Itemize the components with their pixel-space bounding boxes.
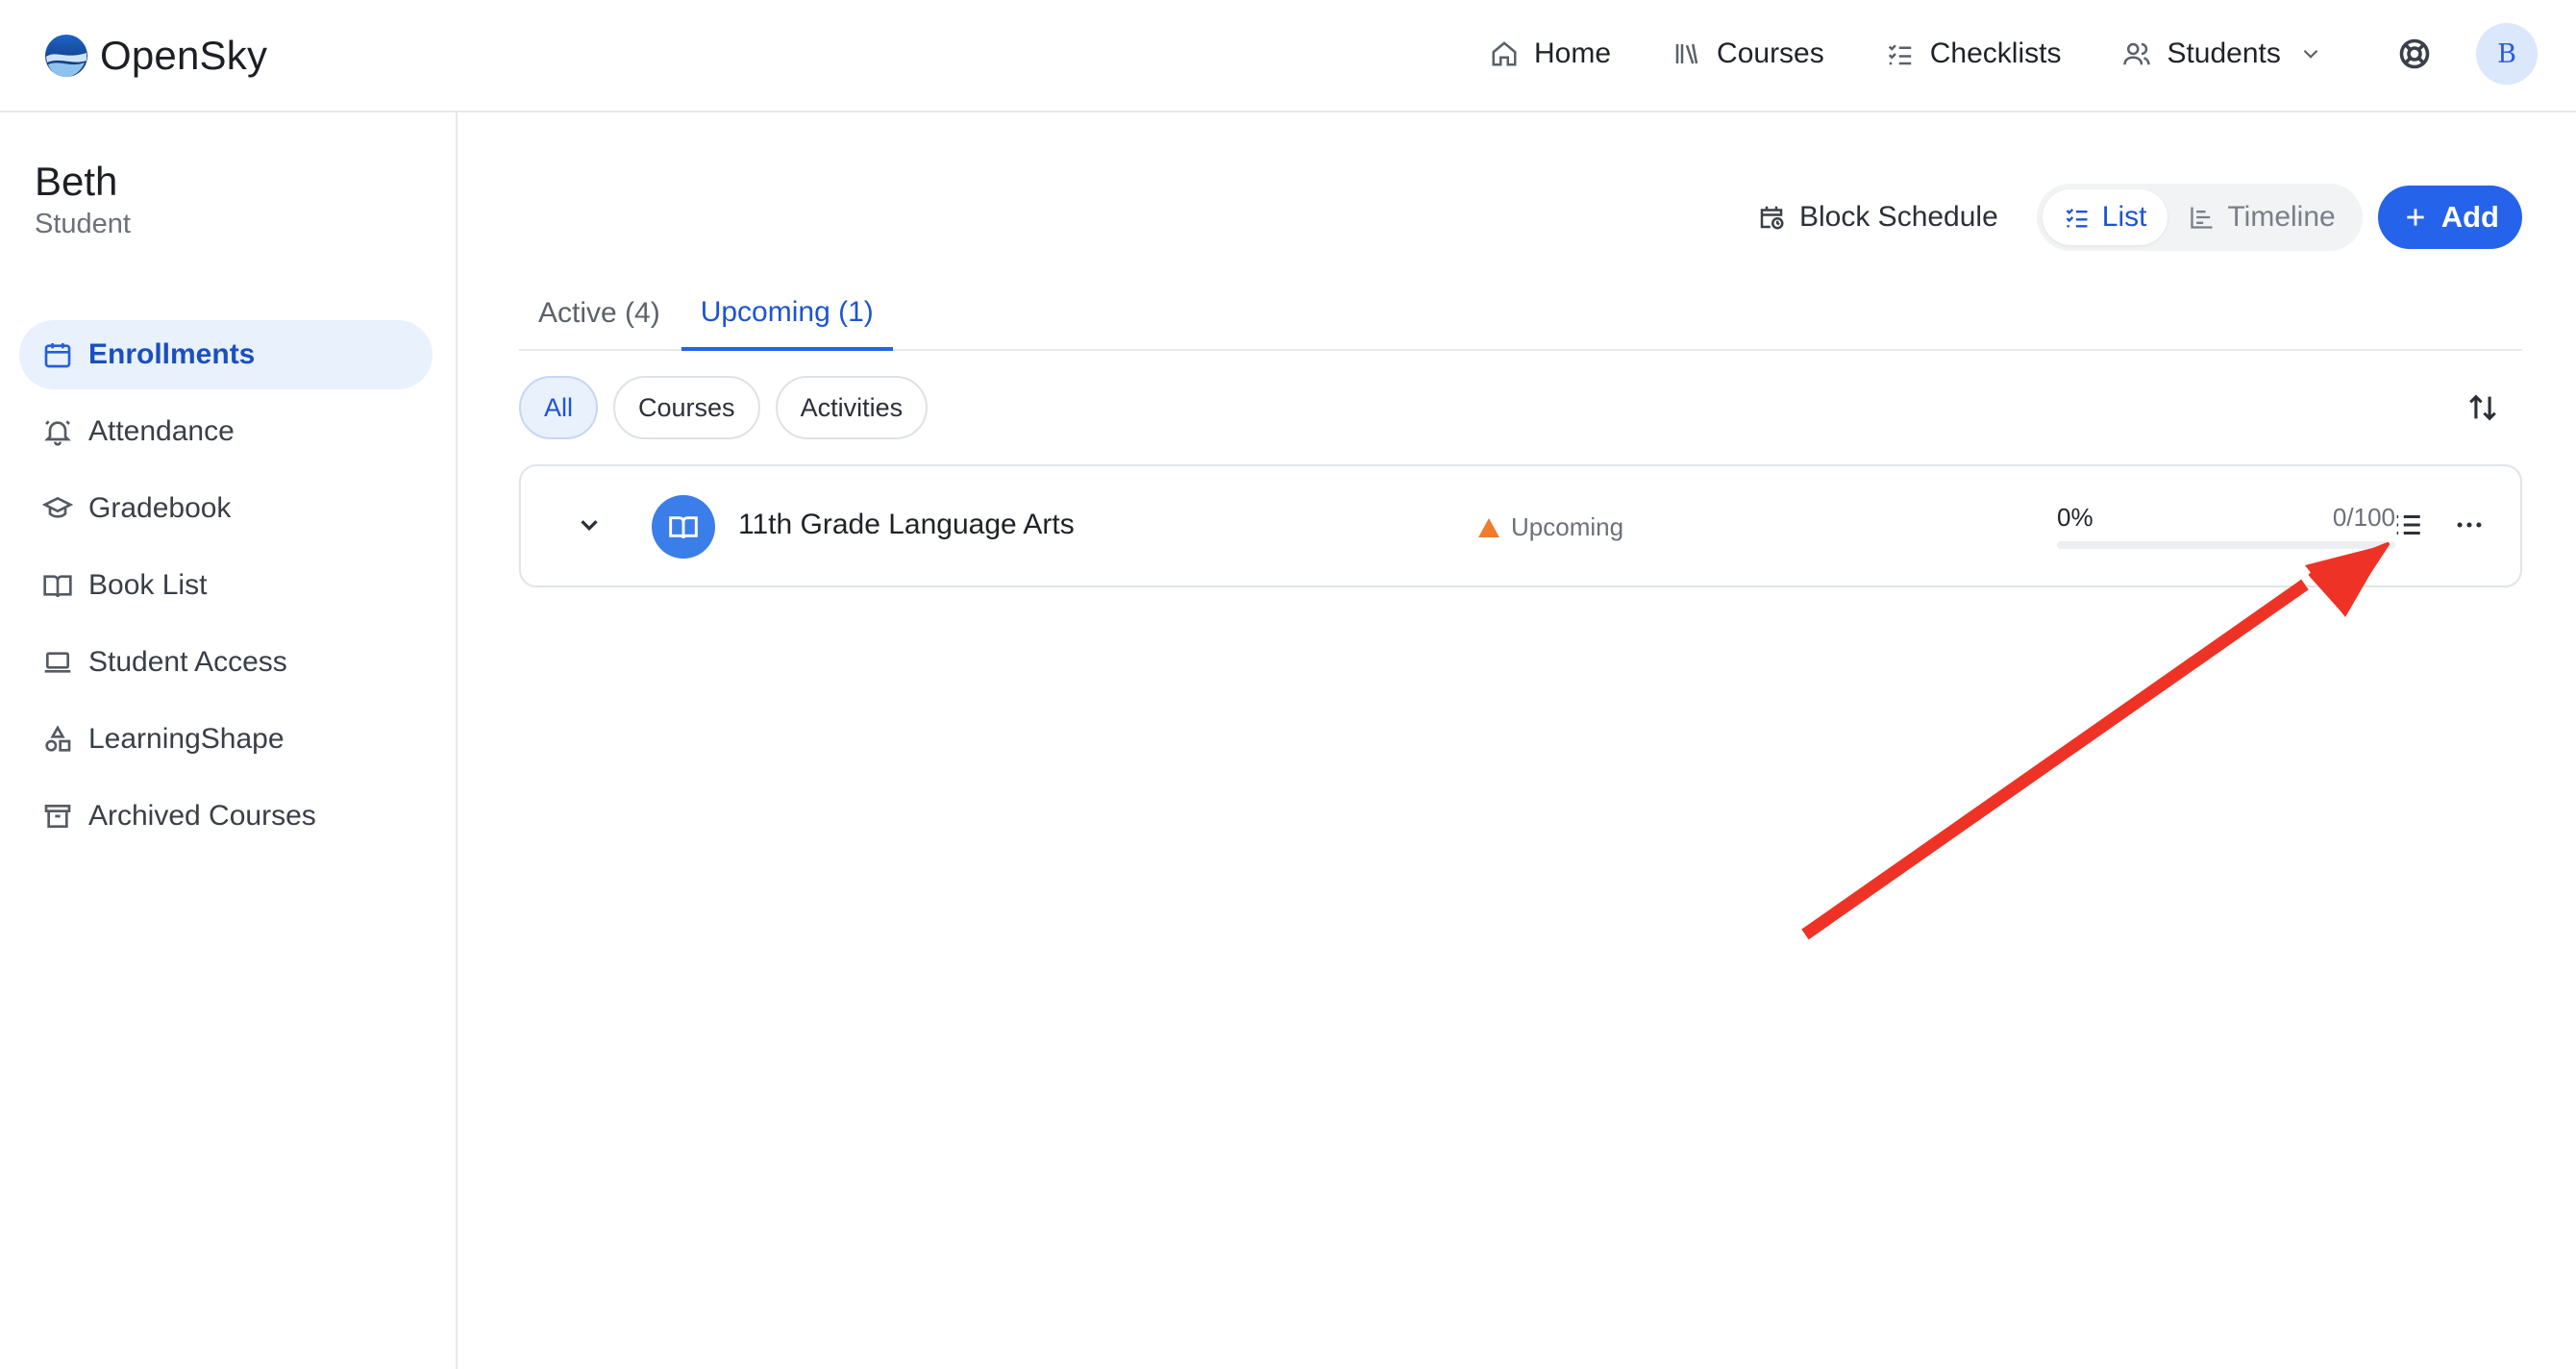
status-badge: Upcoming	[1478, 512, 1623, 542]
progress-score: 0/100	[2332, 503, 2395, 532]
filter-activities[interactable]: Activities	[775, 376, 929, 439]
archive-icon	[44, 805, 71, 828]
sidebar-item-label: Archived Courses	[88, 800, 316, 832]
sidebar-item-archived-courses[interactable]: Archived Courses	[19, 782, 433, 851]
status-label: Upcoming	[1511, 512, 1624, 541]
nav-students-label: Students	[2167, 37, 2281, 69]
sort-button[interactable]	[2466, 391, 2499, 424]
checklist-icon	[2066, 209, 2088, 228]
sidebar-item-gradebook[interactable]: Gradebook	[19, 474, 433, 543]
nav-home-label: Home	[1534, 37, 1612, 69]
list-view-label: List	[2101, 201, 2147, 233]
sidebar-item-label: Attendance	[88, 415, 235, 447]
course-row[interactable]: 11th Grade Language Arts Upcoming 0% 0/1…	[519, 464, 2522, 587]
home-icon	[1492, 41, 1517, 66]
student-role: Student	[35, 209, 131, 239]
sidebar-menu: Enrollments Attendance Gradebook Book Li…	[19, 320, 433, 859]
view-toggle: List Timeline	[2036, 184, 2363, 251]
timeline-view-button[interactable]: Timeline	[2167, 189, 2356, 245]
brand[interactable]: OpenSky	[44, 31, 267, 81]
more-options-button[interactable]	[2453, 509, 2486, 541]
timeline-view-label: Timeline	[2227, 201, 2336, 233]
chevron-down-icon	[581, 520, 598, 532]
sidebar-item-enrollments[interactable]: Enrollments	[19, 320, 433, 389]
enrollment-tabs: Active (4) Upcoming (1)	[519, 276, 2522, 351]
sidebar: Beth Student Enrollments Attendance Grad…	[0, 112, 458, 1369]
filter-all[interactable]: All	[519, 376, 599, 439]
bell-icon	[44, 420, 71, 446]
block-schedule-button[interactable]: Block Schedule	[1757, 201, 1998, 234]
view-toolbar: Block Schedule List Timeline Add	[1757, 184, 2522, 251]
tab-upcoming[interactable]: Upcoming (1)	[681, 276, 893, 351]
sidebar-item-label: Gradebook	[88, 492, 232, 524]
sidebar-item-label: LearningShape	[88, 723, 285, 755]
lifebuoy-icon	[2399, 38, 2430, 69]
top-navigation-bar: OpenSky Home Courses Checklists Students…	[0, 0, 2576, 112]
filter-courses[interactable]: Courses	[613, 376, 760, 439]
laptop-icon	[44, 652, 71, 673]
open-book-icon	[669, 516, 698, 539]
sidebar-item-label: Book List	[88, 569, 208, 601]
ellipsis-icon	[2457, 522, 2482, 528]
sort-arrows-icon	[2469, 394, 2496, 421]
calendar-icon	[44, 343, 71, 368]
progress-percent: 0%	[2057, 503, 2093, 532]
assignments-list-button[interactable]	[2391, 509, 2424, 541]
sidebar-item-label: Student Access	[88, 646, 287, 678]
chevron-down-icon	[2303, 49, 2318, 59]
sidebar-item-book-list[interactable]: Book List	[19, 551, 433, 620]
opensky-logo-icon	[45, 35, 87, 77]
timeline-icon	[2191, 207, 2213, 229]
sidebar-item-label: Enrollments	[88, 338, 256, 370]
shapes-icon	[45, 725, 71, 752]
brand-name: OpenSky	[100, 33, 268, 78]
calendar-clock-icon	[1760, 206, 1784, 230]
nav-checklists[interactable]: Checklists	[1886, 37, 2062, 70]
nav-courses[interactable]: Courses	[1672, 37, 1824, 70]
tab-active[interactable]: Active (4)	[519, 276, 680, 351]
list-view-button[interactable]: List	[2042, 189, 2168, 245]
main-content: Block Schedule List Timeline Add Active …	[459, 112, 2576, 1369]
add-button[interactable]: Add	[2377, 186, 2522, 249]
graduation-cap-icon	[42, 496, 73, 518]
add-button-label: Add	[2440, 200, 2499, 234]
plus-icon	[2407, 209, 2424, 226]
course-book-icon	[652, 495, 715, 559]
sidebar-item-student-access[interactable]: Student Access	[19, 628, 433, 697]
expand-button[interactable]	[575, 510, 604, 539]
list-icon	[2396, 514, 2420, 535]
filter-chips: All Courses Activities	[519, 376, 943, 439]
checklist-icon	[1888, 44, 1911, 65]
warning-triangle-icon	[1478, 517, 1499, 537]
progress-bar	[2057, 541, 2395, 549]
student-name: Beth	[35, 159, 118, 204]
block-schedule-label: Block Schedule	[1798, 201, 1998, 233]
sidebar-item-attendance[interactable]: Attendance	[19, 397, 433, 466]
library-icon	[1675, 43, 1698, 64]
nav-checklists-label: Checklists	[1929, 37, 2062, 69]
avatar[interactable]: B	[2476, 23, 2538, 85]
users-icon	[2123, 42, 2151, 65]
nav-courses-label: Courses	[1717, 37, 1824, 69]
help-button[interactable]	[2397, 37, 2432, 71]
open-book-icon	[43, 575, 72, 598]
course-title[interactable]: 11th Grade Language Arts	[738, 509, 1075, 541]
sidebar-item-learningshape[interactable]: LearningShape	[19, 705, 433, 774]
nav-home[interactable]: Home	[1490, 37, 1611, 70]
nav-students-dropdown[interactable]: Students	[2122, 37, 2322, 70]
main-nav: Home Courses Checklists Students	[1490, 29, 2385, 79]
